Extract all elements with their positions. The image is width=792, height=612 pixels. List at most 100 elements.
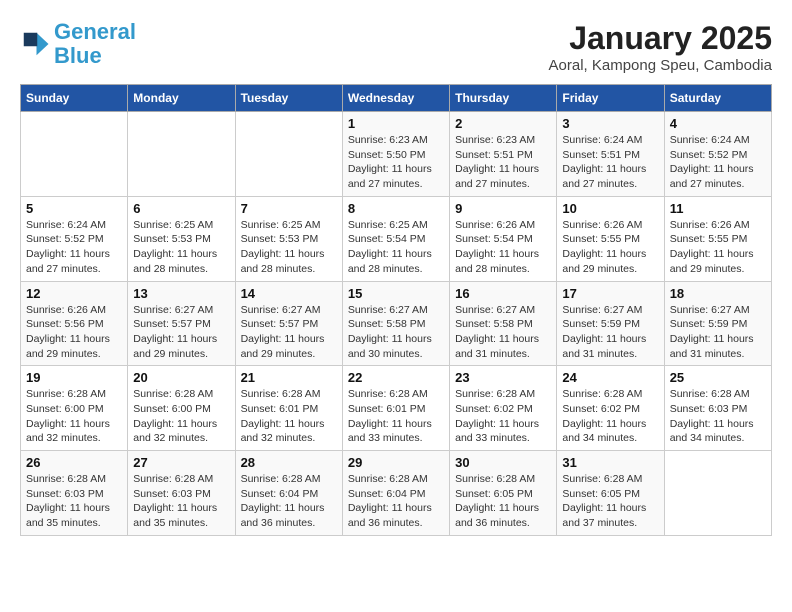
day-info: Sunrise: 6:27 AMSunset: 5:59 PMDaylight:… bbox=[670, 303, 766, 362]
logo-icon bbox=[20, 29, 50, 59]
day-number: 3 bbox=[562, 116, 658, 131]
day-info: Sunrise: 6:27 AMSunset: 5:58 PMDaylight:… bbox=[348, 303, 444, 362]
day-number: 19 bbox=[26, 370, 122, 385]
day-number: 31 bbox=[562, 455, 658, 470]
day-number: 26 bbox=[26, 455, 122, 470]
day-cell: 20 Sunrise: 6:28 AMSunset: 6:00 PMDayligh… bbox=[128, 366, 235, 451]
day-info: Sunrise: 6:28 AMSunset: 6:04 PMDaylight:… bbox=[241, 472, 337, 531]
day-cell: 11 Sunrise: 6:26 AMSunset: 5:55 PMDayligh… bbox=[664, 196, 771, 281]
day-number: 28 bbox=[241, 455, 337, 470]
weekday-header-tuesday: Tuesday bbox=[235, 85, 342, 112]
day-cell: 6 Sunrise: 6:25 AMSunset: 5:53 PMDaylight… bbox=[128, 196, 235, 281]
day-cell: 31 Sunrise: 6:28 AMSunset: 6:05 PMDayligh… bbox=[557, 451, 664, 536]
week-row-2: 5 Sunrise: 6:24 AMSunset: 5:52 PMDaylight… bbox=[21, 196, 772, 281]
week-row-3: 12 Sunrise: 6:26 AMSunset: 5:56 PMDayligh… bbox=[21, 281, 772, 366]
day-info: Sunrise: 6:28 AMSunset: 6:03 PMDaylight:… bbox=[133, 472, 229, 531]
day-number: 29 bbox=[348, 455, 444, 470]
day-number: 16 bbox=[455, 286, 551, 301]
month-title: January 2025 bbox=[549, 20, 772, 57]
day-number: 7 bbox=[241, 201, 337, 216]
day-cell: 1Sunrise: 6:23 AMSunset: 5:50 PMDaylight… bbox=[342, 112, 449, 197]
day-number: 6 bbox=[133, 201, 229, 216]
day-cell: 10Sunrise: 6:26 AMSunset: 5:55 PMDayligh… bbox=[557, 196, 664, 281]
weekday-header-friday: Friday bbox=[557, 85, 664, 112]
day-info: Sunrise: 6:26 AMSunset: 5:56 PMDaylight:… bbox=[26, 303, 122, 362]
day-info: Sunrise: 6:27 AMSunset: 5:57 PMDaylight:… bbox=[241, 303, 337, 362]
day-info: Sunrise: 6:28 AMSunset: 6:03 PMDaylight:… bbox=[26, 472, 122, 531]
day-cell: 28 Sunrise: 6:28 AMSunset: 6:04 PMDayligh… bbox=[235, 451, 342, 536]
day-cell: 7 Sunrise: 6:25 AMSunset: 5:53 PMDaylight… bbox=[235, 196, 342, 281]
day-info: Sunrise: 6:25 AMSunset: 5:53 PMDaylight:… bbox=[241, 218, 337, 277]
day-number: 15 bbox=[348, 286, 444, 301]
day-info: Sunrise: 6:28 AMSunset: 6:03 PMDaylight:… bbox=[670, 387, 766, 446]
day-cell: 3 Sunrise: 6:24 AMSunset: 5:51 PMDaylight… bbox=[557, 112, 664, 197]
day-info: Sunrise: 6:26 AMSunset: 5:55 PMDaylight:… bbox=[562, 218, 658, 277]
day-info: Sunrise: 6:27 AMSunset: 5:57 PMDaylight:… bbox=[133, 303, 229, 362]
title-block: January 2025 Aoral, Kampong Speu, Cambod… bbox=[549, 20, 772, 74]
week-row-1: 1Sunrise: 6:23 AMSunset: 5:50 PMDaylight… bbox=[21, 112, 772, 197]
day-info: Sunrise: 6:24 AMSunset: 5:52 PMDaylight:… bbox=[26, 218, 122, 277]
day-cell: 9 Sunrise: 6:26 AMSunset: 5:54 PMDaylight… bbox=[450, 196, 557, 281]
day-number: 4 bbox=[670, 116, 766, 131]
weekday-header-wednesday: Wednesday bbox=[342, 85, 449, 112]
day-info: Sunrise: 6:28 AMSunset: 6:02 PMDaylight:… bbox=[562, 387, 658, 446]
day-number: 30 bbox=[455, 455, 551, 470]
day-info: Sunrise: 6:26 AMSunset: 5:54 PMDaylight:… bbox=[455, 218, 551, 277]
day-cell: 26 Sunrise: 6:28 AMSunset: 6:03 PMDayligh… bbox=[21, 451, 128, 536]
day-number: 18 bbox=[670, 286, 766, 301]
day-info: Sunrise: 6:23 AMSunset: 5:51 PMDaylight:… bbox=[455, 133, 551, 192]
day-cell: 12 Sunrise: 6:26 AMSunset: 5:56 PMDayligh… bbox=[21, 281, 128, 366]
day-cell: 5 Sunrise: 6:24 AMSunset: 5:52 PMDaylight… bbox=[21, 196, 128, 281]
day-cell: 14Sunrise: 6:27 AMSunset: 5:57 PMDayligh… bbox=[235, 281, 342, 366]
day-number: 2 bbox=[455, 116, 551, 131]
day-number: 23 bbox=[455, 370, 551, 385]
calendar-table: SundayMondayTuesdayWednesdayThursdayFrid… bbox=[20, 84, 772, 536]
day-number: 17 bbox=[562, 286, 658, 301]
day-cell: 30 Sunrise: 6:28 AMSunset: 6:05 PMDayligh… bbox=[450, 451, 557, 536]
logo-blue: Blue bbox=[54, 43, 102, 68]
day-number: 25 bbox=[670, 370, 766, 385]
logo-general: General bbox=[54, 19, 136, 44]
day-number: 9 bbox=[455, 201, 551, 216]
day-cell bbox=[128, 112, 235, 197]
weekday-header-thursday: Thursday bbox=[450, 85, 557, 112]
day-cell: 8 Sunrise: 6:25 AMSunset: 5:54 PMDaylight… bbox=[342, 196, 449, 281]
day-cell: 23Sunrise: 6:28 AMSunset: 6:02 PMDayligh… bbox=[450, 366, 557, 451]
day-info: Sunrise: 6:28 AMSunset: 6:05 PMDaylight:… bbox=[562, 472, 658, 531]
day-info: Sunrise: 6:28 AMSunset: 6:05 PMDaylight:… bbox=[455, 472, 551, 531]
day-number: 22 bbox=[348, 370, 444, 385]
day-info: Sunrise: 6:26 AMSunset: 5:55 PMDaylight:… bbox=[670, 218, 766, 277]
day-info: Sunrise: 6:23 AMSunset: 5:50 PMDaylight:… bbox=[348, 133, 444, 192]
day-info: Sunrise: 6:25 AMSunset: 5:53 PMDaylight:… bbox=[133, 218, 229, 277]
day-cell: 27 Sunrise: 6:28 AMSunset: 6:03 PMDayligh… bbox=[128, 451, 235, 536]
day-cell: 17 Sunrise: 6:27 AMSunset: 5:59 PMDayligh… bbox=[557, 281, 664, 366]
day-number: 11 bbox=[670, 201, 766, 216]
day-info: Sunrise: 6:25 AMSunset: 5:54 PMDaylight:… bbox=[348, 218, 444, 277]
day-cell bbox=[21, 112, 128, 197]
day-cell: 16Sunrise: 6:27 AMSunset: 5:58 PMDayligh… bbox=[450, 281, 557, 366]
day-info: Sunrise: 6:28 AMSunset: 6:00 PMDaylight:… bbox=[133, 387, 229, 446]
day-number: 21 bbox=[241, 370, 337, 385]
day-number: 12 bbox=[26, 286, 122, 301]
page-header: General Blue January 2025 Aoral, Kampong… bbox=[20, 20, 772, 74]
day-number: 20 bbox=[133, 370, 229, 385]
day-number: 27 bbox=[133, 455, 229, 470]
weekday-header-monday: Monday bbox=[128, 85, 235, 112]
day-number: 8 bbox=[348, 201, 444, 216]
weekday-header-row: SundayMondayTuesdayWednesdayThursdayFrid… bbox=[21, 85, 772, 112]
day-cell: 29 Sunrise: 6:28 AMSunset: 6:04 PMDayligh… bbox=[342, 451, 449, 536]
day-cell: 13Sunrise: 6:27 AMSunset: 5:57 PMDayligh… bbox=[128, 281, 235, 366]
week-row-5: 26 Sunrise: 6:28 AMSunset: 6:03 PMDayligh… bbox=[21, 451, 772, 536]
day-number: 24 bbox=[562, 370, 658, 385]
day-cell bbox=[664, 451, 771, 536]
day-info: Sunrise: 6:27 AMSunset: 5:59 PMDaylight:… bbox=[562, 303, 658, 362]
day-info: Sunrise: 6:28 AMSunset: 6:04 PMDaylight:… bbox=[348, 472, 444, 531]
day-cell: 18 Sunrise: 6:27 AMSunset: 5:59 PMDayligh… bbox=[664, 281, 771, 366]
day-number: 5 bbox=[26, 201, 122, 216]
weekday-header-sunday: Sunday bbox=[21, 85, 128, 112]
day-cell: 4Sunrise: 6:24 AMSunset: 5:52 PMDaylight… bbox=[664, 112, 771, 197]
logo-text: General Blue bbox=[54, 20, 136, 68]
day-cell: 19Sunrise: 6:28 AMSunset: 6:00 PMDayligh… bbox=[21, 366, 128, 451]
day-info: Sunrise: 6:24 AMSunset: 5:51 PMDaylight:… bbox=[562, 133, 658, 192]
day-info: Sunrise: 6:28 AMSunset: 6:01 PMDaylight:… bbox=[348, 387, 444, 446]
